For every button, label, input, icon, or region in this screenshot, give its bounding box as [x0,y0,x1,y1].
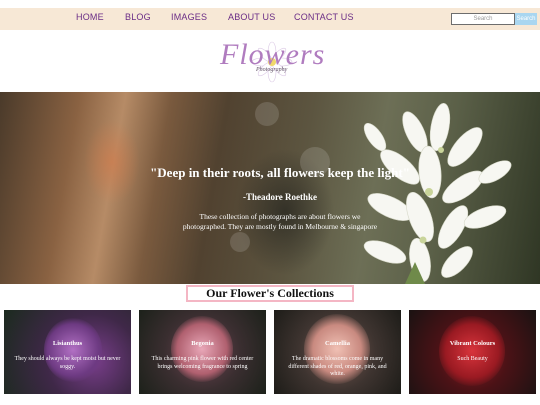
card-title: Vibrant Colours [449,340,496,347]
hero-banner: "Deep in their roots, all flowers keep t… [0,92,540,284]
card-title: Begonia [191,340,214,347]
nav-link-blog[interactable]: BLOG [125,12,151,22]
bokeh-light [230,232,250,252]
collection-card-camellia[interactable]: Camellia The dramatic blossoms come in m… [274,310,401,394]
search-input[interactable]: Search [451,13,515,25]
red-flower-image [439,316,505,386]
begonia-flower-image [171,316,233,382]
hero-quote: "Deep in their roots, all flowers keep t… [150,165,410,180]
hero-description: These collection of photographs are abou… [182,212,378,231]
logo-subtitle: Photography [256,67,288,73]
card-description: This charming pink flower with red cente… [151,356,254,370]
collection-card-lisianthus[interactable]: Lisianthus They should always be kept mo… [4,310,131,394]
top-nav-bar: HOME BLOG IMAGES ABOUT US CONTACT US Sea… [0,8,540,30]
search-button[interactable]: Search [515,13,537,25]
card-title: Lisianthus [52,340,83,347]
nav-link-images[interactable]: IMAGES [171,12,207,22]
collection-card-vibrant-colours[interactable]: Vibrant Colours Such Beauty [409,310,536,394]
collection-card-begonia[interactable]: Begonia This charming pink flower with r… [139,310,266,394]
card-description: The dramatic blossoms come in many diffe… [288,356,387,377]
site-logo[interactable]: Flowers Photography [214,32,326,88]
nav-link-home[interactable]: HOME [76,12,104,22]
collections-heading: Our Flower's Collections [186,285,354,302]
nav-link-about-us[interactable]: ABOUT US [228,12,275,22]
bokeh-light [255,102,279,126]
card-description: They should always be kept moist but nev… [14,356,121,370]
nav-link-contact-us[interactable]: CONTACT US [294,12,354,22]
hero-author: -Theadore Roethke [242,192,318,202]
white-flower-image [363,103,512,284]
card-description: Such Beauty [457,356,488,362]
card-title: Camellia [325,340,350,347]
lisianthus-flower-image [44,318,102,382]
